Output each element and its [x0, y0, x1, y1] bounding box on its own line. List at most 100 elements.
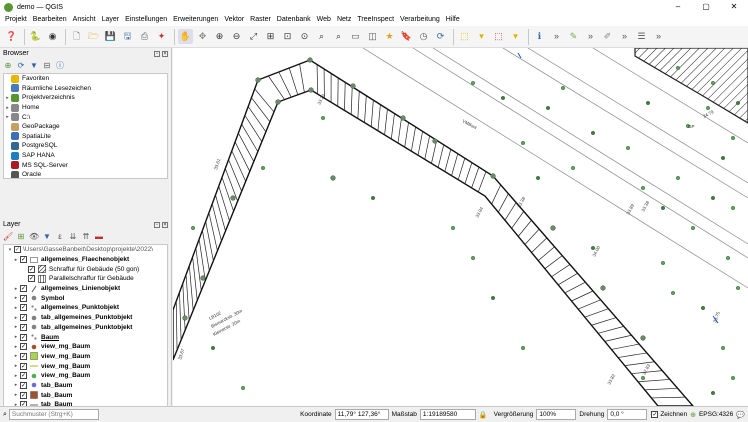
float-layers-icon[interactable]: ▫: [154, 221, 160, 228]
layer-row[interactable]: ▸ ✓ allgemeines_Linienobjekt: [4, 284, 167, 294]
more-tools-icon-4[interactable]: »: [651, 29, 666, 44]
crs-icon[interactable]: ⊕: [690, 411, 696, 419]
collapse-all-icon[interactable]: ⊟: [42, 61, 52, 71]
edit-pencil-icon[interactable]: ✐: [600, 29, 615, 44]
refresh-browser-icon[interactable]: ⟳: [16, 61, 26, 71]
more-tools-icon-2[interactable]: »: [583, 29, 598, 44]
close-layers-icon[interactable]: ×: [162, 221, 168, 228]
identify-icon[interactable]: ℹ: [532, 29, 547, 44]
menu-6[interactable]: Vektor: [221, 14, 247, 26]
python-console-icon[interactable]: 🐍: [28, 29, 43, 44]
zoom-last-icon[interactable]: ⌕: [314, 29, 329, 44]
expand-arrow-icon[interactable]: ▸: [12, 315, 20, 321]
layer-row[interactable]: ▸ ✓ view_mg_Baum: [4, 352, 167, 362]
digitize-icon[interactable]: ✎: [566, 29, 581, 44]
menu-4[interactable]: Einstellungen: [122, 14, 170, 26]
layer-visibility-checkbox[interactable]: ✓: [28, 265, 35, 273]
minimize-button[interactable]: –: [664, 0, 692, 14]
menu-13[interactable]: Hilfe: [443, 14, 463, 26]
expand-arrow-icon[interactable]: ▸: [4, 105, 11, 111]
browser-item[interactable]: ▸ C:\: [4, 112, 167, 122]
expand-arrow-icon[interactable]: ▸: [12, 353, 20, 359]
crs-label[interactable]: EPSG:4326: [699, 411, 733, 418]
expand-arrow-icon[interactable]: ▸: [12, 334, 20, 340]
layer-row[interactable]: ▸ ✓ Baum: [4, 332, 167, 342]
search-input[interactable]: [8, 409, 99, 420]
plugin-icon[interactable]: ◉: [45, 29, 60, 44]
add-layer-icon[interactable]: ⊕: [3, 61, 13, 71]
layer-visibility-checkbox[interactable]: ✓: [20, 314, 27, 322]
style-manager-icon[interactable]: ✦: [154, 29, 169, 44]
float-panel-icon[interactable]: ▫: [154, 50, 160, 57]
refresh-icon[interactable]: ⟳: [433, 29, 448, 44]
menu-12[interactable]: Verarbeitung: [397, 14, 443, 26]
zoom-in-icon[interactable]: ⊕: [212, 29, 227, 44]
layer-row[interactable]: ✓ Schraffur für Gebäude (50 gon): [4, 264, 167, 274]
filter-legend-icon[interactable]: ▼: [42, 232, 52, 242]
magnifier-field[interactable]: 100%: [536, 409, 577, 420]
expand-arrow-icon[interactable]: ▸: [4, 114, 11, 120]
select-features-icon[interactable]: ⬚: [457, 29, 472, 44]
layer-visibility-checkbox[interactable]: ✓: [28, 275, 35, 283]
scale-field[interactable]: 1:19189580: [419, 409, 476, 420]
layer-row[interactable]: ▸ ✓ view_mg_Baum: [4, 371, 167, 381]
layer-row[interactable]: ▸✓ tab_Baum: [4, 390, 167, 400]
new-map-view-icon[interactable]: ▭: [348, 29, 363, 44]
zoom-out-icon[interactable]: ⊖: [229, 29, 244, 44]
save-as-icon[interactable]: 🖫: [120, 29, 135, 44]
remove-layer-icon[interactable]: ▬: [94, 232, 104, 242]
layer-visibility-checkbox[interactable]: ✓: [20, 333, 27, 341]
lock-scale-icon[interactable]: 🔒: [479, 411, 488, 419]
menu-1[interactable]: Bearbeiten: [30, 14, 70, 26]
expand-arrow-icon[interactable]: ▸: [12, 286, 20, 292]
expand-arrow-icon[interactable]: ▸: [12, 392, 20, 398]
menu-11[interactable]: TreeInspect: [354, 14, 397, 26]
layer-style-icon[interactable]: 🖌: [3, 232, 13, 242]
layer-visibility-checkbox[interactable]: ✓: [20, 343, 27, 351]
layer-row[interactable]: ✓ Parallelschraffur für Gebäude: [4, 274, 167, 284]
close-button[interactable]: ✕: [720, 0, 748, 14]
expand-arrow-icon[interactable]: ▸: [12, 305, 20, 311]
layer-path-row[interactable]: ▾ ✓ \Users\GasseBanbeit\Desktop\projekte\2…: [4, 245, 167, 255]
layer-row[interactable]: ▸ ✓ tab_allgemeines_Punktobjekt: [4, 323, 167, 333]
browser-item[interactable]: Favoriten: [4, 74, 167, 84]
menu-7[interactable]: Raster: [247, 14, 274, 26]
layer-visibility-checkbox[interactable]: ✓: [20, 391, 27, 399]
render-checkbox[interactable]: ✓: [651, 411, 659, 418]
close-panel-icon[interactable]: ×: [162, 50, 168, 57]
expand-arrow-icon[interactable]: ▸: [12, 344, 20, 350]
expand-arrow-icon[interactable]: ▸: [12, 373, 20, 379]
filter-icon[interactable]: ▼: [29, 61, 39, 71]
messages-icon[interactable]: 💬: [736, 411, 745, 419]
select-attribute-icon[interactable]: ▾: [508, 29, 523, 44]
help-icon[interactable]: ❓: [4, 29, 19, 44]
new-project-icon[interactable]: 🗋: [69, 29, 84, 44]
layer-row[interactable]: ▸✓ tab_Baum: [4, 381, 167, 391]
layer-visibility-checkbox[interactable]: ✓: [20, 372, 27, 380]
select-by-expression-icon[interactable]: ⬚: [491, 29, 506, 44]
open-project-icon[interactable]: 🗁: [86, 29, 101, 44]
coordinate-field[interactable]: 11,79° 127,36°: [334, 409, 389, 420]
layer-row[interactable]: ▸ ✓ view_mg_Baum: [4, 342, 167, 352]
expand-arrow-icon[interactable]: ▸: [12, 257, 20, 263]
more-tools-icon-3[interactable]: »: [617, 29, 632, 44]
collapse-all-layers-icon[interactable]: ⇈: [81, 232, 91, 242]
zoom-native-icon[interactable]: ⊙: [297, 29, 312, 44]
menu-9[interactable]: Web: [314, 14, 334, 26]
menu-10[interactable]: Netz: [334, 14, 354, 26]
menu-5[interactable]: Erweiterungen: [170, 14, 221, 26]
layer-visibility-checkbox[interactable]: ✓: [20, 362, 27, 370]
menu-8[interactable]: Datenbank: [274, 14, 314, 26]
print-layout-icon[interactable]: ⎙: [137, 29, 152, 44]
add-group-icon[interactable]: ⊞: [16, 232, 26, 242]
menu-2[interactable]: Ansicht: [70, 14, 99, 26]
layer-visibility-checkbox[interactable]: ✓: [20, 285, 27, 293]
browser-item[interactable]: Oracle: [4, 170, 167, 178]
expand-arrow-icon[interactable]: ▸: [12, 363, 20, 369]
layer-visibility-checkbox[interactable]: ✓: [20, 352, 27, 360]
layer-visibility-checkbox[interactable]: ✓: [20, 294, 27, 302]
browser-item[interactable]: PostgreSQL: [4, 141, 167, 151]
menu-0[interactable]: Projekt: [2, 14, 30, 26]
manage-map-themes-icon[interactable]: 👁: [29, 232, 39, 242]
new-3d-view-icon[interactable]: ◫: [365, 29, 380, 44]
